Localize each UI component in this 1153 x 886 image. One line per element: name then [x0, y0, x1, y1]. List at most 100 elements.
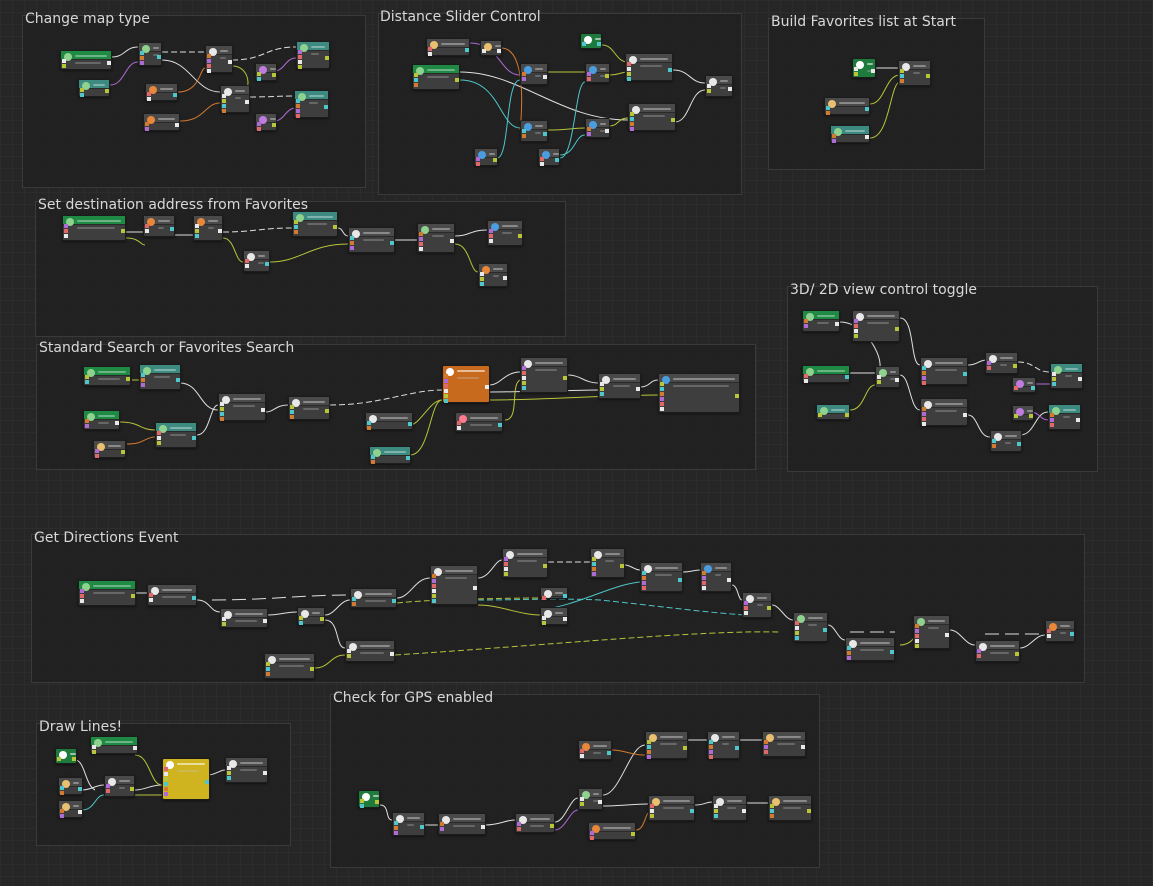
output-pin[interactable]: [263, 619, 267, 623]
output-pin[interactable]: [105, 89, 109, 93]
output-pin[interactable]: [620, 564, 624, 568]
graph-node[interactable]: [802, 310, 840, 332]
graph-node[interactable]: [83, 410, 120, 430]
input-pin[interactable]: [444, 389, 448, 393]
output-pin[interactable]: [265, 262, 269, 266]
input-pin[interactable]: [419, 232, 423, 236]
output-pin[interactable]: [1078, 377, 1082, 381]
input-pin[interactable]: [592, 572, 596, 576]
output-pin[interactable]: [605, 74, 609, 78]
input-pin[interactable]: [1050, 413, 1054, 417]
output-pin[interactable]: [157, 55, 161, 59]
graph-node[interactable]: [515, 813, 555, 833]
output-pin[interactable]: [895, 327, 899, 331]
input-pin[interactable]: [432, 594, 436, 598]
input-pin[interactable]: [517, 822, 521, 826]
input-pin[interactable]: [394, 826, 398, 830]
output-pin[interactable]: [473, 586, 477, 590]
group-check-gps-enabled[interactable]: Check for GPS enabled: [330, 690, 820, 868]
input-pin[interactable]: [744, 611, 748, 615]
input-pin[interactable]: [744, 601, 748, 605]
output-pin[interactable]: [390, 652, 394, 656]
output-pin[interactable]: [845, 375, 849, 379]
input-pin[interactable]: [245, 259, 249, 263]
input-pin[interactable]: [922, 376, 926, 380]
input-pin[interactable]: [294, 230, 298, 234]
graph-node[interactable]: [474, 148, 498, 166]
input-pin[interactable]: [352, 597, 356, 601]
input-pin[interactable]: [149, 598, 153, 602]
output-pin[interactable]: [871, 69, 875, 73]
input-pin[interactable]: [444, 394, 448, 398]
input-pin[interactable]: [660, 397, 664, 401]
graph-node[interactable]: [205, 45, 233, 73]
graph-node[interactable]: [913, 615, 950, 649]
graph-node[interactable]: [824, 97, 870, 115]
input-pin[interactable]: [296, 99, 300, 103]
input-pin[interactable]: [854, 324, 858, 328]
input-pin[interactable]: [647, 740, 651, 744]
output-pin[interactable]: [78, 787, 82, 791]
graph-node[interactable]: [58, 800, 83, 818]
input-pin[interactable]: [266, 662, 270, 666]
graph-node[interactable]: [645, 731, 688, 759]
output-pin[interactable]: [1029, 414, 1033, 418]
graph-node[interactable]: [625, 53, 673, 81]
graph-node[interactable]: [78, 79, 110, 97]
output-pin[interactable]: [1076, 418, 1080, 422]
input-pin[interactable]: [764, 745, 768, 749]
graph-node[interactable]: [520, 120, 548, 142]
input-pin[interactable]: [627, 67, 631, 71]
input-pin[interactable]: [85, 419, 89, 423]
graph-node[interactable]: [985, 352, 1018, 374]
graph-node[interactable]: [438, 813, 486, 835]
graph-node[interactable]: [58, 777, 83, 795]
input-pin[interactable]: [85, 375, 89, 379]
output-pin[interactable]: [742, 809, 746, 813]
input-pin[interactable]: [709, 740, 713, 744]
input-pin[interactable]: [85, 380, 89, 384]
graph-node[interactable]: [143, 113, 180, 131]
input-pin[interactable]: [922, 407, 926, 411]
input-pin[interactable]: [650, 804, 654, 808]
output-pin[interactable]: [1015, 652, 1019, 656]
graph-node[interactable]: [62, 215, 126, 241]
input-pin[interactable]: [164, 772, 168, 776]
input-pin[interactable]: [642, 586, 646, 590]
graph-node[interactable]: [742, 592, 772, 618]
input-pin[interactable]: [580, 749, 584, 753]
output-pin[interactable]: [333, 225, 337, 229]
input-pin[interactable]: [642, 581, 646, 585]
output-pin[interactable]: [497, 49, 501, 53]
input-pin[interactable]: [350, 246, 354, 250]
input-pin[interactable]: [195, 229, 199, 233]
graph-node[interactable]: [417, 223, 455, 253]
input-pin[interactable]: [522, 72, 526, 76]
input-pin[interactable]: [592, 567, 596, 571]
graph-node[interactable]: [220, 608, 268, 628]
input-pin[interactable]: [222, 617, 226, 621]
output-pin[interactable]: [133, 746, 137, 750]
output-pin[interactable]: [72, 757, 76, 761]
output-pin[interactable]: [408, 422, 412, 426]
input-pin[interactable]: [709, 750, 713, 754]
output-pin[interactable]: [636, 387, 640, 391]
graph-node[interactable]: [816, 404, 850, 420]
output-pin[interactable]: [324, 105, 328, 109]
graph-node[interactable]: [845, 637, 895, 661]
output-pin[interactable]: [926, 74, 930, 78]
input-pin[interactable]: [352, 602, 356, 606]
input-pin[interactable]: [847, 656, 851, 660]
graph-node[interactable]: [588, 822, 636, 840]
input-pin[interactable]: [627, 72, 631, 76]
output-pin[interactable]: [543, 564, 547, 568]
graph-node[interactable]: [598, 373, 641, 399]
input-pin[interactable]: [294, 225, 298, 229]
input-pin[interactable]: [922, 366, 926, 370]
input-pin[interactable]: [299, 616, 303, 620]
output-pin[interactable]: [890, 650, 894, 654]
input-pin[interactable]: [227, 766, 231, 770]
output-pin[interactable]: [126, 377, 130, 381]
input-pin[interactable]: [522, 129, 526, 133]
graph-node[interactable]: [478, 263, 508, 287]
